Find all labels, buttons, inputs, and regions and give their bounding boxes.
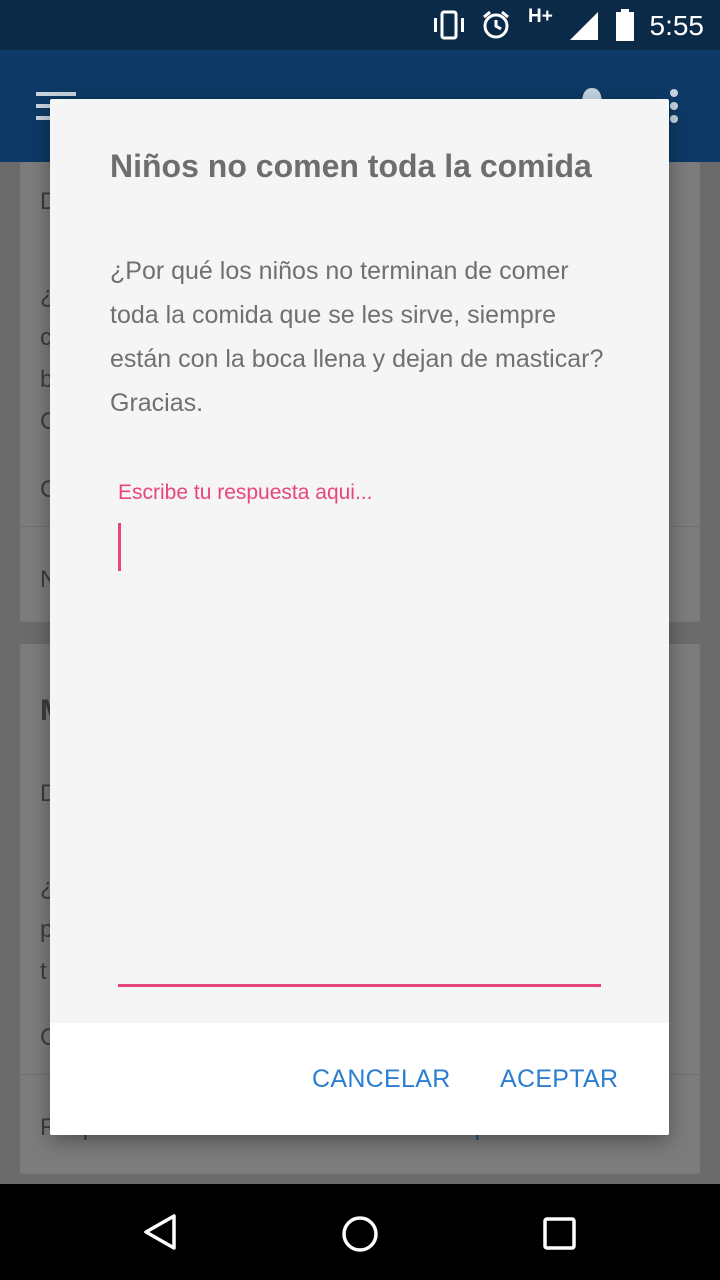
status-bar: H+ 5:55 [0,0,720,50]
dialog-title: Niños no comen toda la comida [110,148,592,184]
answer-field-underline [118,984,601,987]
card-text: t [40,958,47,985]
accept-button[interactable]: ACEPTAR [500,1065,618,1094]
dialog-actions: CANCELAR ACEPTAR [50,1023,669,1135]
dialog-question: ¿Por qué los niños no terminan de comer … [110,257,604,417]
answer-field-label: Escribe tu respuesta aqui... [118,481,373,504]
signal-icon [570,12,598,40]
home-icon[interactable] [340,1214,380,1254]
alarm-icon [483,10,509,39]
answer-field[interactable]: Escribe tu respuesta aqui... [110,469,610,989]
battery-icon [616,9,634,41]
recents-icon[interactable] [542,1216,578,1252]
back-icon[interactable] [140,1212,180,1252]
answer-dialog: Niños no comen toda la comida ¿Por qué l… [50,99,669,1135]
vibrate-icon [434,10,464,40]
text-cursor [118,523,121,571]
network-type-label: H+ [528,6,553,27]
cancel-button[interactable]: CANCELAR [312,1065,451,1094]
navigation-bar [0,1184,720,1280]
clock: 5:55 [649,10,705,41]
